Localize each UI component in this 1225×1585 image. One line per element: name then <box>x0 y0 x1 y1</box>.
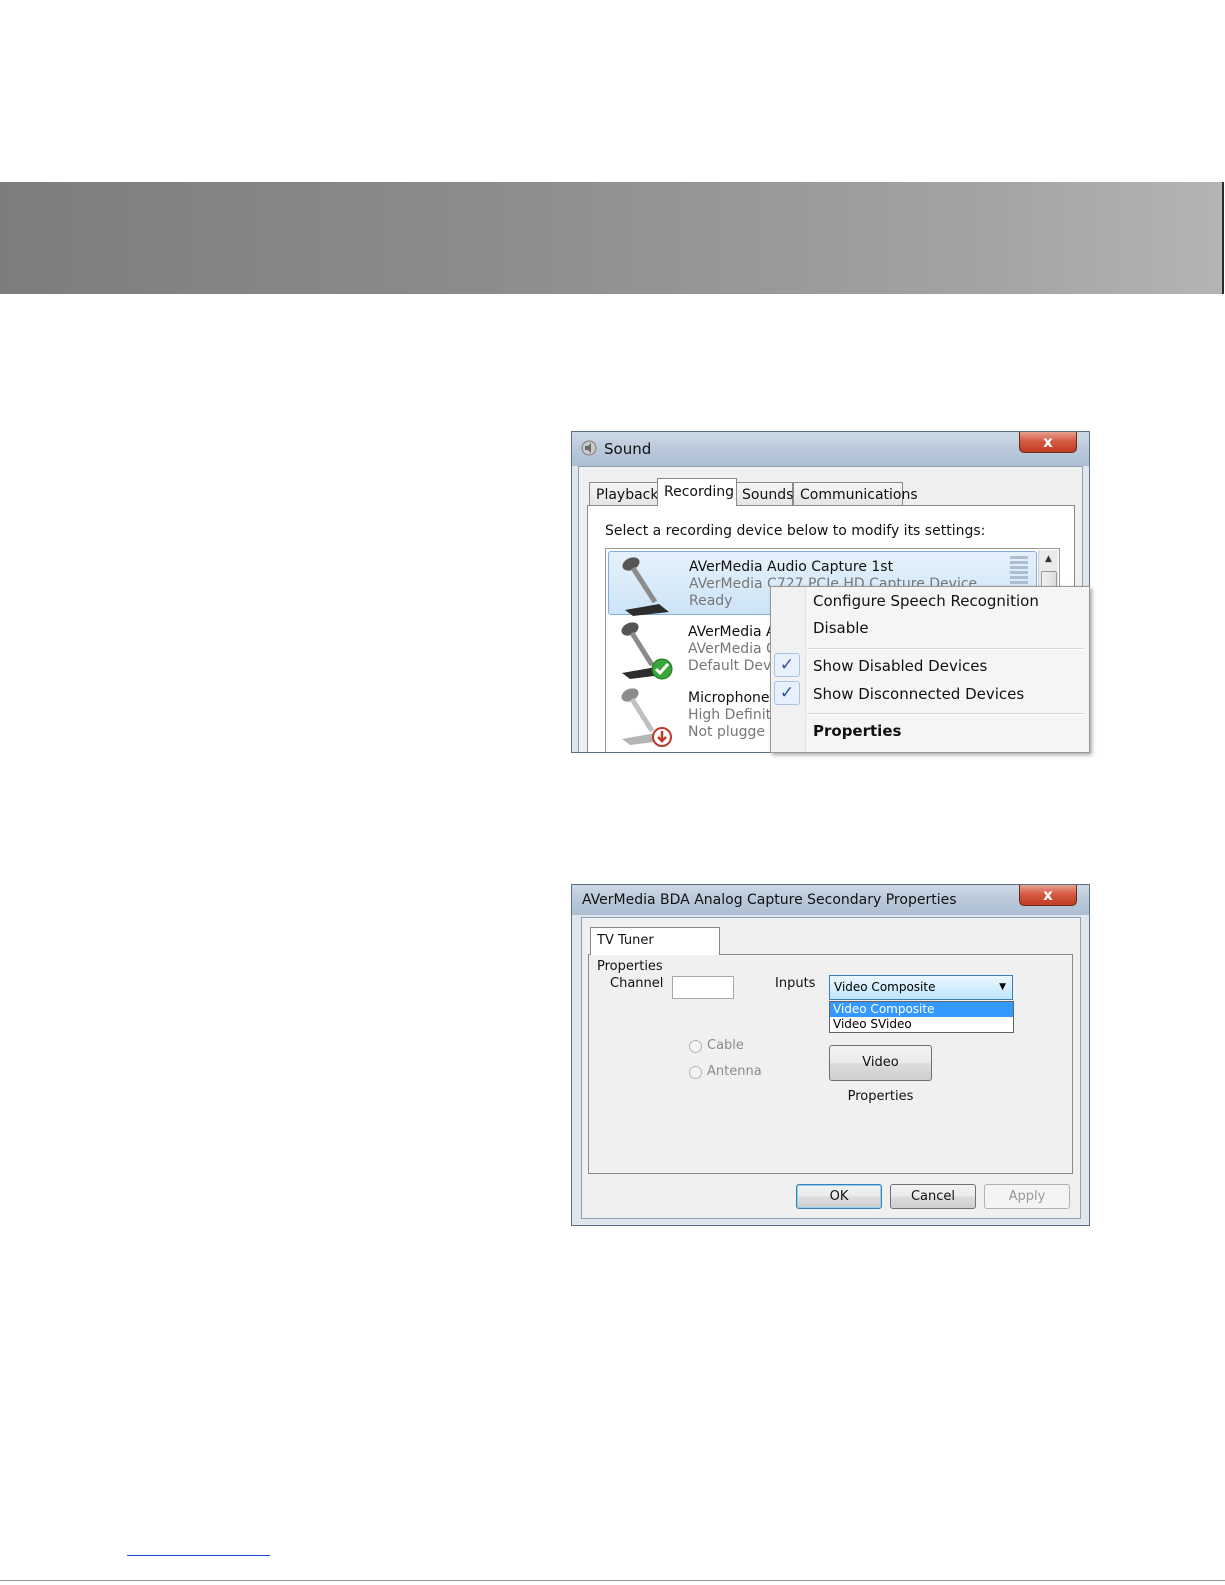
inputs-selected-value: Video Composite <box>834 980 936 994</box>
antenna-label: Antenna <box>707 1064 762 1079</box>
device-status: Not plugge <box>688 724 766 740</box>
cable-radio[interactable] <box>689 1040 702 1053</box>
footer-link-underline[interactable] <box>127 1555 270 1556</box>
device-description: High Definit <box>688 707 772 723</box>
sound-titlebar: Sound x <box>572 432 1089 466</box>
channel-input[interactable] <box>672 976 734 999</box>
inputs-select[interactable]: Video Composite ▼ <box>829 975 1013 1000</box>
check-icon: ✓ <box>774 653 800 677</box>
apply-button[interactable]: Apply <box>984 1184 1070 1209</box>
cancel-button[interactable]: Cancel <box>890 1184 976 1209</box>
microphone-icon <box>613 554 675 616</box>
device-status: Default Dev <box>688 658 772 674</box>
properties-window-title: AVerMedia BDA Analog Capture Secondary P… <box>582 892 957 908</box>
check-icon: ✓ <box>774 681 800 705</box>
antenna-radio[interactable] <box>689 1066 702 1079</box>
inputs-option[interactable]: Video Composite <box>830 1002 1013 1017</box>
device-name: Microphone <box>688 690 770 706</box>
inputs-label: Inputs <box>775 976 816 991</box>
recording-instruction: Select a recording device below to modif… <box>605 523 986 539</box>
device-name: AVerMedia Audio Capture 1st <box>689 559 894 575</box>
tab-sounds[interactable]: Sounds <box>735 482 793 506</box>
microphone-unplugged-icon <box>612 685 674 747</box>
tab-playback[interactable]: Playback <box>589 482 659 506</box>
device-name: AVerMedia A <box>688 624 776 640</box>
tab-communications[interactable]: Communications <box>793 482 918 506</box>
speaker-icon <box>580 439 598 457</box>
inputs-dropdown-list: Video Composite Video SVideo <box>829 1001 1014 1033</box>
menu-separator <box>807 648 1085 650</box>
properties-close-button[interactable]: x <box>1019 885 1077 906</box>
scroll-up-arrow-icon[interactable]: ▲ <box>1039 550 1058 568</box>
tab-tv-tuner-properties[interactable]: TV Tuner Properties <box>590 927 720 974</box>
properties-client-area: TV Tuner Properties Channel Inputs Video… <box>581 917 1081 1219</box>
properties-titlebar: AVerMedia BDA Analog Capture Secondary P… <box>572 885 1089 915</box>
tab-recording[interactable]: Recording <box>657 478 737 506</box>
menu-item-show-disabled[interactable]: Show Disabled Devices <box>813 657 987 675</box>
inputs-option[interactable]: Video SVideo <box>830 1017 1013 1032</box>
microphone-default-icon <box>612 619 674 681</box>
device-context-menu: Configure Speech Recognition Disable ✓ S… <box>770 586 1090 753</box>
menu-item-properties[interactable]: Properties <box>813 722 901 740</box>
menu-item-configure-speech[interactable]: Configure Speech Recognition <box>813 592 1039 610</box>
sound-window-title: Sound <box>604 440 652 458</box>
menu-separator <box>807 713 1085 715</box>
footer-rule <box>0 1580 1225 1581</box>
banner-edge <box>1222 182 1224 294</box>
cable-label: Cable <box>707 1038 744 1053</box>
menu-item-disable[interactable]: Disable <box>813 619 869 637</box>
header-banner <box>0 182 1222 294</box>
video-properties-button[interactable]: Video Properties <box>829 1045 932 1104</box>
properties-window: AVerMedia BDA Analog Capture Secondary P… <box>571 884 1090 1226</box>
sound-close-button[interactable]: x <box>1019 432 1077 453</box>
tv-tuner-tab-page: Channel Inputs Video Composite ▼ Video C… <box>588 954 1073 1174</box>
chevron-down-icon: ▼ <box>999 982 1006 992</box>
ok-button[interactable]: OK <box>796 1184 882 1209</box>
device-description: AVerMedia C <box>688 641 776 657</box>
menu-item-show-disconnected[interactable]: Show Disconnected Devices <box>813 685 1024 703</box>
